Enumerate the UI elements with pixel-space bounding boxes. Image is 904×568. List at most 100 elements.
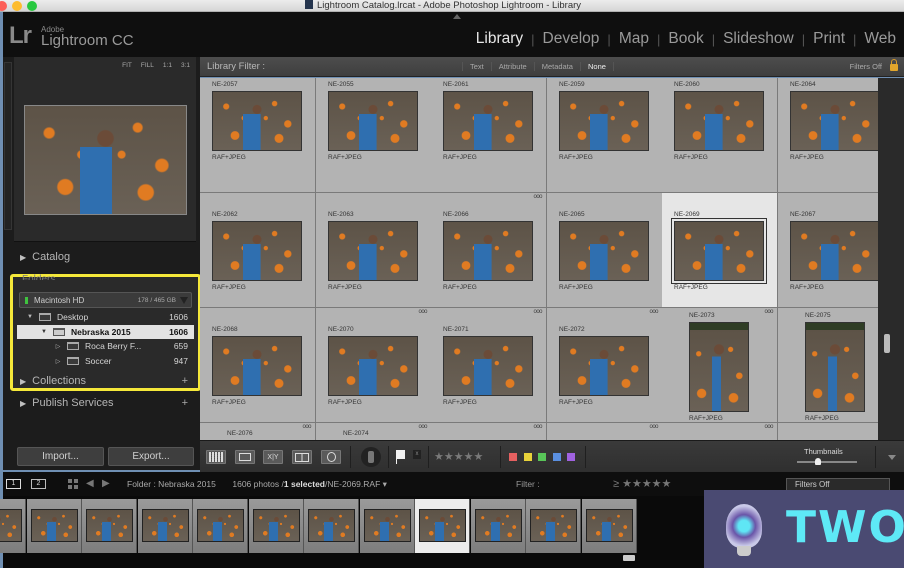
color-label-swatch[interactable] (567, 453, 575, 461)
grid-cell[interactable]: NE-2069 RAF+JPEG (662, 193, 778, 308)
grid-cell[interactable]: NE-2074 ooo (316, 423, 432, 440)
module-web[interactable]: Web (856, 30, 904, 48)
filmstrip-rating-filter[interactable]: ≥ ★★★★★ (613, 477, 671, 490)
metadata-badge-icon[interactable]: ooo (764, 309, 773, 315)
filmstrip-scrollbar-thumb[interactable] (623, 555, 635, 561)
module-slideshow[interactable]: Slideshow (715, 30, 802, 48)
zoom-1-1[interactable]: 1:1 (163, 62, 172, 69)
left-panel-edge[interactable] (4, 62, 12, 230)
filmstrip-thumbnail[interactable] (308, 509, 355, 542)
thumbnail-image[interactable] (212, 91, 302, 151)
grid-cell[interactable]: NE-2072 RAF+JPEG ooo (547, 308, 663, 423)
metadata-badge-icon[interactable]: ooo (533, 309, 542, 315)
zoom-3-1[interactable]: 3:1 (181, 62, 190, 69)
metadata-badge-icon[interactable]: ooo (533, 424, 542, 430)
forward-arrow-icon[interactable]: ▶ (102, 478, 110, 489)
painter-spray-can-icon[interactable] (361, 447, 381, 467)
zoom-window-button[interactable] (27, 1, 37, 11)
folder-row[interactable]: ▼ Nebraska 2015 1606 (17, 325, 194, 339)
loupe-view-button[interactable] (235, 450, 255, 464)
thumbnail-image[interactable] (559, 91, 649, 151)
import-button[interactable]: Import... (17, 447, 104, 466)
module-book[interactable]: Book (660, 30, 711, 48)
filmstrip-cell[interactable] (415, 499, 470, 553)
grid-cell[interactable]: NE-2073 RAF+JPEG ooo (662, 308, 778, 423)
thumbnail-size-slider-knob[interactable] (815, 458, 821, 465)
grid-cell[interactable]: NE-2080ooo (778, 423, 878, 440)
grid-view-button[interactable] (206, 450, 226, 464)
toolbar-content-menu-icon[interactable] (888, 455, 896, 460)
thumbnail-image[interactable] (328, 221, 418, 281)
collapse-top-panel-icon[interactable] (453, 14, 461, 19)
filmstrip-thumbnail[interactable] (363, 509, 411, 542)
export-button[interactable]: Export... (108, 447, 194, 466)
chevron-down-icon[interactable]: ▾ (383, 479, 387, 489)
filmstrip-cell[interactable] (359, 499, 415, 553)
module-print[interactable]: Print (805, 30, 853, 48)
grid-scrollbar-thumb[interactable] (884, 334, 890, 353)
navigator-preview-image[interactable] (24, 105, 187, 215)
filmstrip-cell[interactable] (304, 499, 359, 553)
filter-text[interactable]: Text (462, 62, 491, 71)
filmstrip-source-info[interactable]: Folder : Nebraska 2015 1606 photos /1 se… (127, 479, 387, 490)
filmstrip-cell[interactable] (581, 499, 637, 553)
thumbnail-image[interactable] (328, 91, 418, 151)
color-label-swatch[interactable] (509, 453, 517, 461)
volume-macintosh-hd[interactable]: Macintosh HD 178 / 465 GB (19, 292, 192, 308)
color-label-swatch[interactable] (552, 453, 561, 461)
grid-cell[interactable]: NE-2057 RAF+JPEG (200, 78, 316, 193)
grid-cell[interactable]: NE-2075RAF+JPEGooo (778, 308, 878, 423)
collections-header[interactable]: ▶ Collections + (14, 372, 196, 390)
filter-attribute[interactable]: Attribute (490, 62, 534, 71)
grid-cell[interactable]: NE-2063 RAF+JPEG (316, 193, 432, 308)
filmstrip-thumbnail[interactable] (0, 509, 22, 542)
add-collection-button[interactable]: + (182, 375, 188, 387)
filmstrip-cell[interactable] (137, 499, 193, 553)
folder-row[interactable]: ▷ Soccer 947 (17, 354, 194, 368)
thumbnail-size-slider[interactable] (797, 461, 857, 463)
grid-cell[interactable]: NE-2065 RAF+JPEG (547, 193, 663, 308)
metadata-badge-icon[interactable]: ooo (418, 309, 427, 315)
thumbnail-image[interactable] (559, 221, 649, 281)
filmstrip-cell[interactable] (526, 499, 581, 553)
grid-cell[interactable]: NE-2064 RAF+JPEG (778, 78, 878, 193)
collapsed-triangle-icon[interactable]: ▷ (53, 343, 63, 350)
module-library[interactable]: Library (468, 30, 531, 48)
filmstrip-thumbnail[interactable] (585, 509, 633, 542)
grid-cell[interactable]: NE-2062 RAF+JPEG (200, 193, 316, 308)
thumbnail-image[interactable] (212, 221, 302, 281)
secondary-window-button[interactable]: 2 (31, 479, 46, 489)
filmstrip-thumbnail[interactable] (252, 509, 300, 542)
filmstrip-cell[interactable] (193, 499, 248, 553)
lock-icon[interactable] (890, 59, 898, 72)
metadata-badge-icon[interactable]: ooo (764, 424, 773, 430)
grid-cell[interactable]: NE-2071 RAF+JPEG ooo (431, 308, 547, 423)
thumbnail-image[interactable] (674, 91, 764, 151)
module-develop[interactable]: Develop (535, 30, 608, 48)
reject-flag-icon[interactable]: x (413, 450, 421, 459)
filmstrip-thumbnail[interactable] (141, 509, 189, 542)
publish-services-header[interactable]: ▶ Publish Services + (14, 394, 196, 412)
metadata-badge-icon[interactable]: ooo (418, 424, 427, 430)
filmstrip-cell[interactable] (0, 499, 26, 553)
filmstrip-cell[interactable] (470, 499, 526, 553)
color-label-swatch[interactable] (538, 453, 546, 461)
collapsed-triangle-icon[interactable]: ▷ (53, 358, 63, 365)
filmstrip-thumbnail[interactable] (419, 509, 466, 542)
zoom-fit[interactable]: FIT (122, 62, 132, 69)
filter-metadata[interactable]: Metadata (533, 62, 580, 71)
compare-view-button[interactable]: X|Y (263, 450, 283, 464)
filmstrip-thumbnail[interactable] (30, 509, 78, 542)
minimize-window-button[interactable] (12, 1, 22, 11)
rating-stars[interactable]: ★★★★★ (434, 450, 483, 463)
people-view-button[interactable] (321, 450, 341, 464)
folders-header[interactable]: Folders (22, 274, 55, 280)
grid-cell[interactable]: NE-2079ooo (662, 423, 778, 440)
filmstrip-cell[interactable] (82, 499, 137, 553)
add-publish-service-button[interactable]: + (182, 397, 188, 409)
grid-scrollbar[interactable] (878, 78, 904, 440)
thumbnail-image[interactable] (443, 221, 533, 281)
catalog-header[interactable]: ▶ Catalog (14, 248, 196, 266)
expanded-triangle-icon[interactable]: ▼ (25, 314, 35, 320)
grid-cell[interactable]: NE-2059 RAF+JPEG (547, 78, 663, 193)
